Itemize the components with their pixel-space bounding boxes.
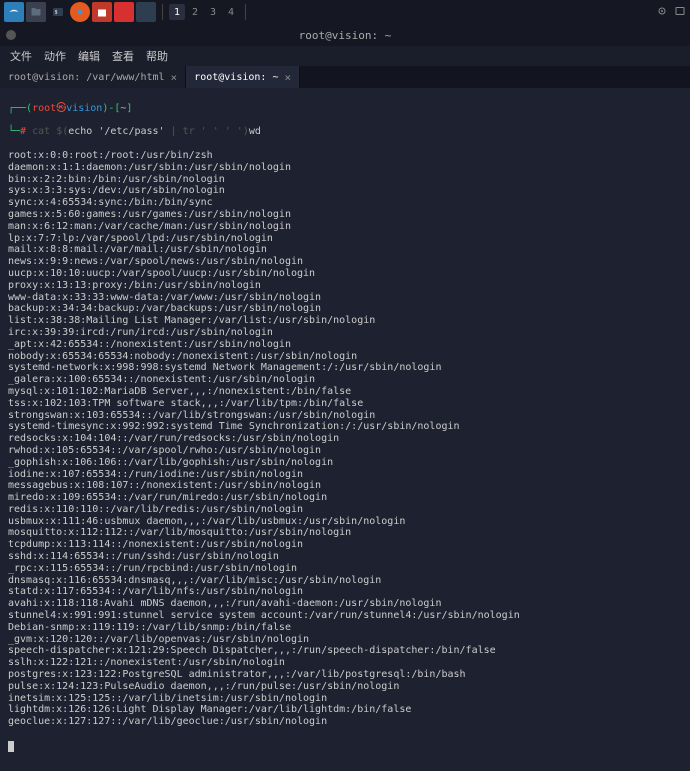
window-icon[interactable] — [674, 5, 686, 20]
app-dark-icon[interactable] — [136, 2, 156, 22]
tab-label: root@vision: /var/www/html — [8, 72, 165, 83]
window-menu-icon[interactable] — [6, 30, 16, 40]
separator — [162, 4, 163, 20]
window-controls — [6, 30, 16, 40]
window-titlebar[interactable]: root@vision: ~ — [0, 24, 690, 46]
output-line: tcpdump:x:113:114::/nonexistent:/usr/sbi… — [8, 539, 682, 551]
output-line: rwhod:x:105:65534::/var/spool/rwho:/usr/… — [8, 445, 682, 457]
output-line: Debian-snmp:x:119:119::/var/lib/snmp:/bi… — [8, 622, 682, 634]
output-line: geoclue:x:127:127::/var/lib/geoclue:/usr… — [8, 716, 682, 728]
output-line: _gophish:x:106:106::/var/lib/gophish:/us… — [8, 457, 682, 469]
record-icon[interactable] — [656, 5, 668, 20]
output-line: stunnel4:x:991:991:stunnel service syste… — [8, 610, 682, 622]
output-line: mysql:x:101:102:MariaDB Server,,,:/nonex… — [8, 386, 682, 398]
output-line: _apt:x:42:65534::/nonexistent:/usr/sbin/… — [8, 339, 682, 351]
terminal-icon[interactable]: $ — [48, 2, 68, 22]
output-line: www-data:x:33:33:www-data:/var/www:/usr/… — [8, 292, 682, 304]
tab-label: root@vision: ~ — [194, 72, 278, 83]
output-line: miredo:x:109:65534::/var/run/miredo:/usr… — [8, 492, 682, 504]
prompt-line1: ┌──(root㉿vision)-[~] — [8, 103, 682, 115]
taskbar: $ 1 2 3 4 — [0, 0, 690, 24]
close-icon[interactable]: × — [171, 71, 178, 84]
output-line: irc:x:39:39:ircd:/run/ircd:/usr/sbin/nol… — [8, 327, 682, 339]
output-line: _gvm:x:120:120::/var/lib/openvas:/usr/sb… — [8, 634, 682, 646]
output-line: _rpc:x:115:65534::/run/rpcbind:/usr/sbin… — [8, 563, 682, 575]
output-line: sync:x:4:65534:sync:/bin:/bin/sync — [8, 197, 682, 209]
output-line: root:x:0:0:root:/root:/usr/bin/zsh — [8, 150, 682, 162]
output-line: man:x:6:12:man:/var/cache/man:/usr/sbin/… — [8, 221, 682, 233]
output-line: uucp:x:10:10:uucp:/var/spool/uucp:/usr/s… — [8, 268, 682, 280]
output-line: sys:x:3:3:sys:/dev:/usr/sbin/nologin — [8, 185, 682, 197]
output-line: messagebus:x:108:107::/nonexistent:/usr/… — [8, 480, 682, 492]
close-icon[interactable]: × — [284, 71, 291, 84]
svg-text:$: $ — [55, 10, 58, 16]
output-line: dnsmasq:x:116:65534:dnsmasq,,,:/var/lib/… — [8, 575, 682, 587]
output-line: sslh:x:122:121::/nonexistent:/usr/sbin/n… — [8, 657, 682, 669]
separator — [245, 4, 246, 20]
cursor-line — [8, 740, 682, 752]
workspace-1[interactable]: 1 — [169, 4, 185, 20]
output-line: iodine:x:107:65534::/run/iodine:/usr/sbi… — [8, 469, 682, 481]
output-line: strongswan:x:103:65534::/var/lib/strongs… — [8, 410, 682, 422]
menu-file[interactable]: 文件 — [10, 48, 32, 64]
menu-help[interactable]: 帮助 — [146, 48, 168, 64]
menu-actions[interactable]: 动作 — [44, 48, 66, 64]
prompt-line2: └─# cat $(echo '/etc/pass' | tr ' ' ' ')… — [8, 126, 682, 138]
output-line: tss:x:102:103:TPM software stack,,,:/var… — [8, 398, 682, 410]
output-line: mail:x:8:8:mail:/var/mail:/usr/sbin/nolo… — [8, 244, 682, 256]
menubar: 文件 动作 编辑 查看 帮助 — [0, 46, 690, 66]
output-line: bin:x:2:2:bin:/bin:/usr/sbin/nologin — [8, 174, 682, 186]
output-line: list:x:38:38:Mailing List Manager:/var/l… — [8, 315, 682, 327]
menu-view[interactable]: 查看 — [112, 48, 134, 64]
output-line: news:x:9:9:news:/var/spool/news:/usr/sbi… — [8, 256, 682, 268]
output-line: systemd-timesync:x:992:992:systemd Time … — [8, 421, 682, 433]
firefox-icon[interactable] — [70, 2, 90, 22]
kali-logo-icon[interactable] — [4, 2, 24, 22]
files-icon[interactable] — [26, 2, 46, 22]
output-line: speech-dispatcher:x:121:29:Speech Dispat… — [8, 645, 682, 657]
tab-active[interactable]: root@vision: ~ × — [186, 66, 300, 88]
output-line: statd:x:117:65534::/var/lib/nfs:/usr/sbi… — [8, 586, 682, 598]
output-line: usbmux:x:111:46:usbmux daemon,,,:/var/li… — [8, 516, 682, 528]
workspace-3[interactable]: 3 — [205, 4, 221, 20]
output-line: inetsim:x:125:125::/var/lib/inetsim:/usr… — [8, 693, 682, 705]
app-red-icon[interactable] — [114, 2, 134, 22]
output-line: games:x:5:60:games:/usr/games:/usr/sbin/… — [8, 209, 682, 221]
output-line: mosquitto:x:112:112::/var/lib/mosquitto:… — [8, 527, 682, 539]
output-line: backup:x:34:34:backup:/var/backups:/usr/… — [8, 303, 682, 315]
output-line: daemon:x:1:1:daemon:/usr/sbin:/usr/sbin/… — [8, 162, 682, 174]
output-line: redsocks:x:104:104::/var/run/redsocks:/u… — [8, 433, 682, 445]
terminal-output: root:x:0:0:root:/root:/usr/bin/zshdaemon… — [8, 150, 682, 728]
note-icon[interactable] — [92, 2, 112, 22]
tab-inactive[interactable]: root@vision: /var/www/html × — [0, 66, 186, 88]
output-line: lp:x:7:7:lp:/var/spool/lpd:/usr/sbin/nol… — [8, 233, 682, 245]
output-line: nobody:x:65534:65534:nobody:/nonexistent… — [8, 351, 682, 363]
menu-edit[interactable]: 编辑 — [78, 48, 100, 64]
terminal-area[interactable]: ┌──(root㉿vision)-[~] └─# cat $(echo '/et… — [0, 88, 690, 771]
output-line: pulse:x:124:123:PulseAudio daemon,,,:/ru… — [8, 681, 682, 693]
workspace-2[interactable]: 2 — [187, 4, 203, 20]
output-line: postgres:x:123:122:PostgreSQL administra… — [8, 669, 682, 681]
workspace-4[interactable]: 4 — [223, 4, 239, 20]
tabbar: root@vision: /var/www/html × root@vision… — [0, 66, 690, 88]
output-line: proxy:x:13:13:proxy:/bin:/usr/sbin/nolog… — [8, 280, 682, 292]
output-line: _galera:x:100:65534::/nonexistent:/usr/s… — [8, 374, 682, 386]
output-line: lightdm:x:126:126:Light Display Manager:… — [8, 704, 682, 716]
output-line: avahi:x:118:118:Avahi mDNS daemon,,,:/ru… — [8, 598, 682, 610]
window-title: root@vision: ~ — [299, 29, 392, 42]
output-line: redis:x:110:110::/var/lib/redis:/usr/sbi… — [8, 504, 682, 516]
output-line: systemd-network:x:998:998:systemd Networ… — [8, 362, 682, 374]
output-line: sshd:x:114:65534::/run/sshd:/usr/sbin/no… — [8, 551, 682, 563]
